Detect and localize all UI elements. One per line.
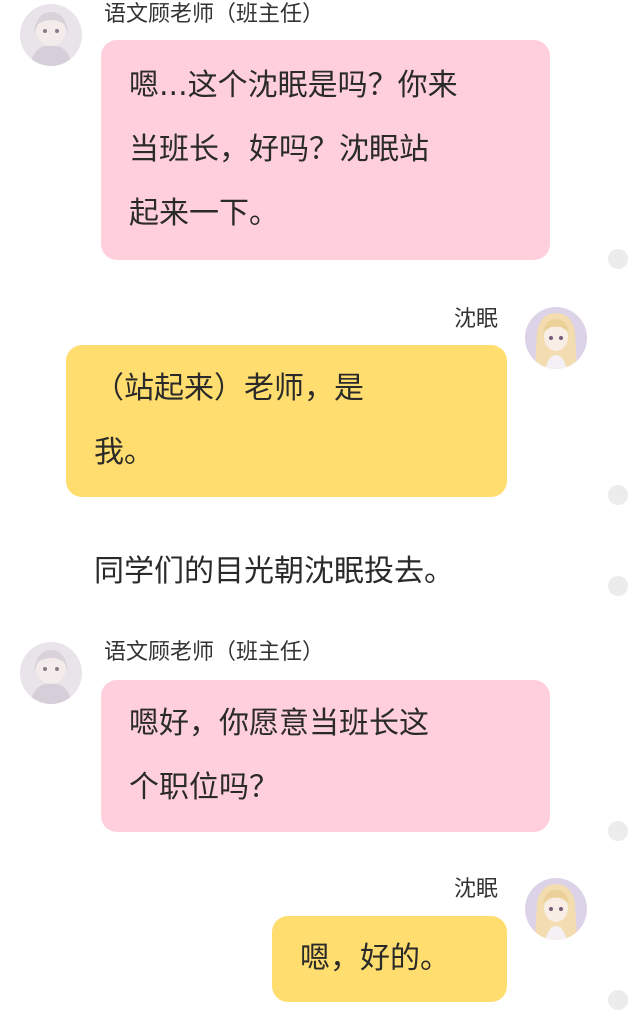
message-text: （站起来）老师，是: [94, 371, 364, 406]
read-indicator-dot: [608, 990, 628, 1010]
teacher-avatar[interactable]: [20, 4, 82, 66]
speaker-name: 沈眠: [454, 307, 499, 332]
message-text: 当班长，好吗？沈眠站: [129, 132, 429, 167]
speaker-name: 语文顾老师（班主任）: [104, 2, 325, 27]
message-text: 嗯...这个沈眠是吗？你来: [129, 68, 458, 103]
shen-mian-avatar[interactable]: [525, 307, 587, 369]
read-indicator-dot: [608, 249, 628, 269]
message-text: 起来一下。: [129, 196, 279, 231]
message-bubble[interactable]: 嗯...这个沈眠是吗？你来 当班长，好吗？沈眠站 起来一下。: [101, 40, 550, 260]
shen-mian-avatar[interactable]: [525, 878, 587, 940]
message-text: 嗯，好的。: [300, 941, 450, 976]
message-bubble[interactable]: 嗯好，你愿意当班长这 个职位吗？: [101, 680, 550, 832]
message-text: 个职位吗？: [129, 770, 279, 805]
message-bubble[interactable]: 嗯，好的。: [272, 916, 507, 1002]
message-bubble[interactable]: （站起来）老师，是 我。: [66, 345, 507, 497]
speaker-name: 沈眠: [454, 877, 499, 902]
read-indicator-dot: [608, 485, 628, 505]
read-indicator-dot: [608, 576, 628, 596]
speaker-name: 语文顾老师（班主任）: [104, 640, 325, 665]
teacher-avatar[interactable]: [20, 642, 82, 704]
message-text: 嗯好，你愿意当班长这: [129, 706, 429, 741]
message-text: 我。: [94, 435, 154, 470]
narration-text: 同学们的目光朝沈眠投去。: [94, 554, 454, 589]
read-indicator-dot: [608, 821, 628, 841]
